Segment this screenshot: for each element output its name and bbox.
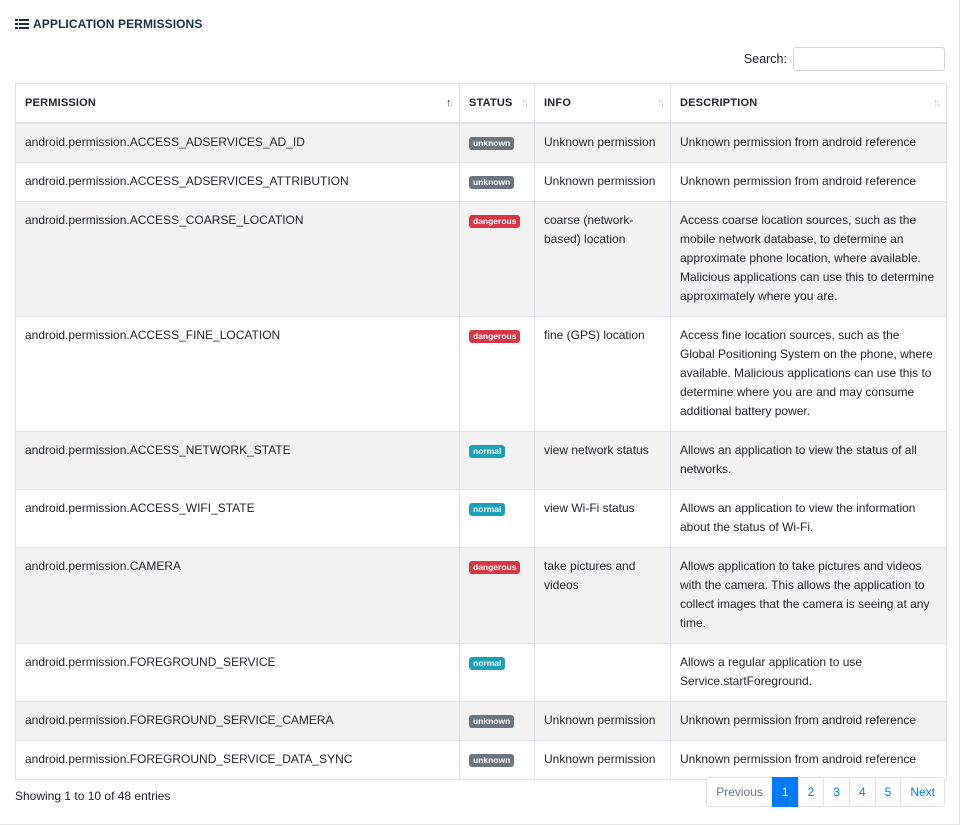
status-badge: unknown (469, 754, 515, 768)
table-row: android.permission.FOREGROUND_SERVICE_CA… (15, 700, 947, 741)
cell-info: Unknown permission (534, 739, 671, 780)
cell-info: Unknown permission (534, 161, 671, 202)
card-title: APPLICATION PERMISSIONS (15, 17, 202, 31)
table-info: Showing 1 to 10 of 48 entries (15, 789, 171, 803)
status-badge: dangerous (469, 330, 521, 344)
pagination-page-1[interactable]: 1 (771, 777, 799, 807)
status-badge: dangerous (469, 561, 521, 575)
column-header-permission[interactable]: PERMISSION ↑↓ (15, 83, 460, 124)
column-header-info[interactable]: INFO ↑↓ (534, 83, 671, 124)
cell-description: Access fine location sources, such as th… (670, 315, 947, 432)
cell-status: unknown (459, 700, 535, 741)
status-badge: normal (469, 445, 506, 459)
cell-info: fine (GPS) location (534, 315, 671, 432)
cell-status: normal (459, 642, 535, 702)
list-icon (15, 18, 29, 30)
pagination-page-4[interactable]: 4 (848, 777, 876, 807)
cell-info: view network status (534, 430, 671, 490)
sort-arrows-icon: ↑↓ (933, 96, 941, 109)
pagination: Previous 1 2 3 4 5 Next (706, 777, 945, 807)
cell-info: Unknown permission (534, 122, 671, 163)
cell-description: Unknown permission from android referenc… (670, 700, 947, 741)
table-row: android.permission.FOREGROUND_SERVICE nor… (15, 642, 947, 702)
cell-description: Allows a regular application to use Serv… (670, 642, 947, 702)
table-body: android.permission.ACCESS_ADSERVICES_AD_… (15, 122, 947, 780)
table-row: android.permission.ACCESS_ADSERVICES_AD_… (15, 122, 947, 163)
search-input[interactable] (793, 47, 945, 71)
permissions-card: APPLICATION PERMISSIONS Search: PERMISSI… (0, 0, 960, 825)
cell-description: Access coarse location sources, such as … (670, 200, 947, 317)
sort-ascending-icon: ↑↓ (446, 96, 454, 109)
cell-description: Allows application to take pictures and … (670, 546, 947, 644)
sort-arrows-icon: ↑↓ (657, 96, 665, 109)
cell-permission: android.permission.FOREGROUND_SERVICE_CA… (15, 700, 460, 741)
search-box: Search: (744, 47, 945, 71)
sort-arrows-icon: ↑↓ (521, 96, 529, 109)
cell-info (534, 642, 671, 702)
table-row: android.permission.ACCESS_ADSERVICES_ATT… (15, 161, 947, 202)
pagination-next-button[interactable]: Next (900, 777, 945, 807)
cell-permission: android.permission.ACCESS_NETWORK_STATE (15, 430, 460, 490)
cell-status: unknown (459, 122, 535, 163)
cell-permission: android.permission.ACCESS_FINE_LOCATION (15, 315, 460, 432)
cell-description: Allows an application to view the inform… (670, 488, 947, 548)
table-row: android.permission.FOREGROUND_SERVICE_DA… (15, 739, 947, 780)
cell-status: unknown (459, 739, 535, 780)
pagination-page-3[interactable]: 3 (823, 777, 850, 807)
column-header-description[interactable]: DESCRIPTION ↑↓ (670, 83, 947, 124)
cell-permission: android.permission.ACCESS_ADSERVICES_ATT… (15, 161, 460, 202)
cell-info: take pictures and videos (534, 546, 671, 644)
pagination-previous-button[interactable]: Previous (706, 777, 773, 807)
cell-status: normal (459, 488, 535, 548)
card-title-text: APPLICATION PERMISSIONS (33, 17, 203, 31)
cell-status: unknown (459, 161, 535, 202)
cell-description: Unknown permission from android referenc… (670, 161, 947, 202)
cell-status: dangerous (459, 200, 535, 317)
status-badge: unknown (469, 715, 515, 729)
cell-permission: android.permission.CAMERA (15, 546, 460, 644)
cell-status: dangerous (459, 546, 535, 644)
column-header-status[interactable]: STATUS ↑↓ (459, 83, 535, 124)
table-row: android.permission.ACCESS_WIFI_STATE norm… (15, 488, 947, 548)
pagination-page-5[interactable]: 5 (874, 777, 902, 807)
table-row: android.permission.ACCESS_COARSE_LOCATIO… (15, 200, 947, 317)
permissions-table: PERMISSION ↑↓ STATUS ↑↓ INFO ↑↓ DESCRIPT… (15, 83, 947, 780)
cell-permission: android.permission.FOREGROUND_SERVICE_DA… (15, 739, 460, 780)
cell-status: normal (459, 430, 535, 490)
cell-description: Allows an application to view the status… (670, 430, 947, 490)
cell-permission: android.permission.ACCESS_ADSERVICES_AD_… (15, 122, 460, 163)
table-row: android.permission.CAMERA dangerous take p… (15, 546, 947, 644)
cell-permission: android.permission.ACCESS_WIFI_STATE (15, 488, 460, 548)
cell-info: view Wi-Fi status (534, 488, 671, 548)
status-badge: normal (469, 503, 506, 517)
status-badge: unknown (469, 137, 515, 151)
cell-description: Unknown permission from android referenc… (670, 122, 947, 163)
table-row: android.permission.ACCESS_FINE_LOCATION d… (15, 315, 947, 432)
cell-permission: android.permission.ACCESS_COARSE_LOCATIO… (15, 200, 460, 317)
status-badge: normal (469, 657, 506, 671)
pagination-page-2[interactable]: 2 (797, 777, 825, 807)
table-header-row: PERMISSION ↑↓ STATUS ↑↓ INFO ↑↓ DESCRIPT… (15, 83, 947, 124)
cell-info: coarse (network-based) location (534, 200, 671, 317)
table-row: android.permission.ACCESS_NETWORK_STATE n… (15, 430, 947, 490)
cell-description: Unknown permission from android referenc… (670, 739, 947, 780)
status-badge: dangerous (469, 215, 521, 229)
search-label: Search: (743, 52, 787, 66)
cell-permission: android.permission.FOREGROUND_SERVICE (15, 642, 460, 702)
cell-status: dangerous (459, 315, 535, 432)
cell-info: Unknown permission (534, 700, 671, 741)
status-badge: unknown (469, 176, 515, 190)
